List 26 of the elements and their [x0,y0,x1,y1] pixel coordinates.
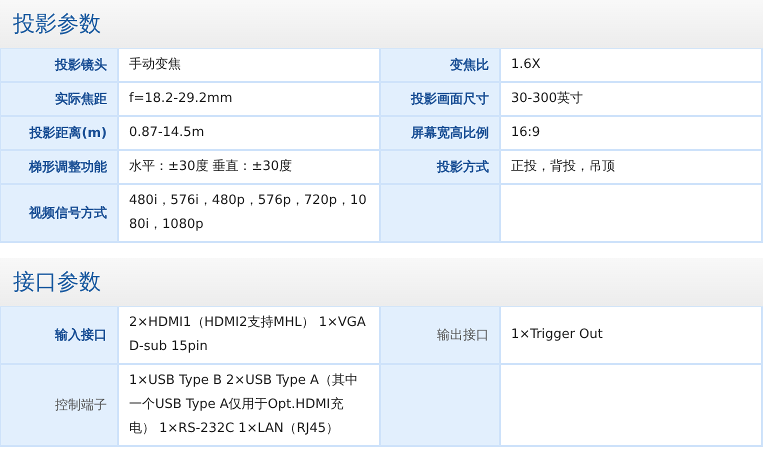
spec-value: 2×HDMI1（HDMI2支持MHL） 1×VGA D-sub 15pin [129,314,367,356]
spec-value: 480i，576i，480p，576p，720p，1080i，1080p [129,192,368,234]
spec-value: 水平：±30度 垂直：±30度 [129,158,292,176]
spec-value: 1×Trigger Out [511,326,603,344]
spec-label: 投影镜头 [55,57,107,74]
spec-value: 1.6X [511,56,541,74]
spec-value: 30-300英寸 [511,90,584,108]
spec-value: 手动变焦 [129,56,181,74]
spec-label: 梯形调整功能 [29,159,107,176]
spec-label: 输出接口 [437,327,489,344]
section-title: 接口参数 [13,269,101,297]
spec-label: 视频信号方式 [29,204,107,222]
spec-label: 投影距离(m) [30,124,107,142]
section-title: 投影参数 [13,11,101,39]
spec-label: 屏幕宽高比例 [411,124,489,142]
spec-label: 投影画面尺寸 [411,91,489,108]
spec-label: 投影方式 [437,158,489,176]
spec-value: 0.87-14.5m [129,124,204,142]
spec-value: 1×USB Type B 2×USB Type A（其中一个USB Type A仅用于Opt.HDMI充电） 1×RS-232C 1×LAN（RJ45） [129,372,359,438]
spec-value: 16:9 [511,124,540,142]
spec-value: 正投，背投，吊顶 [511,158,615,176]
spec-label: 控制端子 [55,397,107,414]
spec-label: 输入接口 [55,326,107,344]
spec-value: f=18.2-29.2mm [129,90,232,108]
spec-label: 实际焦距 [55,90,107,108]
spec-label: 变焦比 [450,56,489,74]
